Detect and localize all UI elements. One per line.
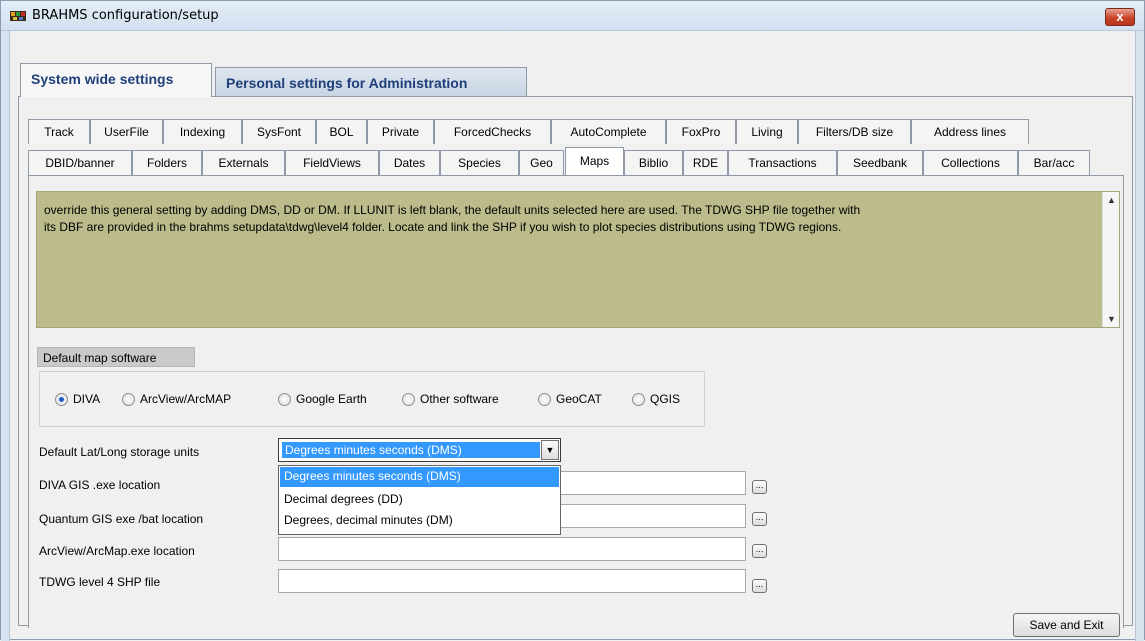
- arcview-location-input[interactable]: [278, 537, 746, 561]
- arcview-location-label: ArcView/ArcMap.exe location: [39, 544, 195, 558]
- chevron-down-icon: ▼: [545, 445, 555, 455]
- subtab-bar-acc[interactable]: Bar/acc: [1018, 150, 1090, 175]
- radio-unchecked-icon: [122, 392, 135, 406]
- info-text-box[interactable]: override this general setting by adding …: [36, 191, 1120, 328]
- subtab-dbid-banner[interactable]: DBID/banner: [28, 150, 132, 175]
- radio-label: GeoCAT: [556, 392, 602, 406]
- title-bar: BRAHMS configuration/setup x: [1, 1, 1144, 31]
- diva-browse-button[interactable]: ...: [752, 480, 767, 494]
- subtab-transactions[interactable]: Transactions: [728, 150, 837, 175]
- info-line-1: override this general setting by adding …: [44, 203, 861, 217]
- storage-units-label: Default Lat/Long storage units: [39, 445, 200, 459]
- radio-diva[interactable]: DIVA: [55, 392, 100, 406]
- window-frame-left: [1, 31, 10, 641]
- close-icon: x: [1116, 9, 1124, 24]
- subtab-folders[interactable]: Folders: [132, 150, 202, 175]
- radio-unchecked-icon: [402, 392, 415, 406]
- tab-system-wide-settings[interactable]: System wide settings: [20, 63, 212, 97]
- radio-qgis[interactable]: QGIS: [632, 392, 680, 406]
- subtab-rde[interactable]: RDE: [683, 150, 728, 175]
- scroll-up-icon[interactable]: ▲: [1107, 195, 1116, 205]
- subtab-forcedchecks[interactable]: ForcedChecks: [434, 119, 551, 144]
- subtab-biblio[interactable]: Biblio: [624, 150, 683, 175]
- subtab-sysfont[interactable]: SysFont: [242, 119, 316, 144]
- close-button[interactable]: x: [1105, 8, 1135, 26]
- subtab-collections[interactable]: Collections: [923, 150, 1018, 175]
- tab-label: System wide settings: [31, 71, 174, 87]
- subtab-externals[interactable]: Externals: [202, 150, 285, 175]
- radio-google-earth[interactable]: Google Earth: [278, 392, 367, 406]
- dropdown-option-dm[interactable]: Degrees, decimal minutes (DM): [280, 511, 559, 531]
- radio-label: QGIS: [650, 392, 681, 406]
- arcview-browse-button[interactable]: ...: [752, 544, 767, 558]
- window-title: BRAHMS configuration/setup: [32, 8, 219, 23]
- dropdown-arrow-button[interactable]: ▼: [541, 440, 559, 460]
- tdwg-file-label: TDWG level 4 SHP file: [39, 575, 161, 589]
- radio-geocat[interactable]: GeoCAT: [538, 392, 602, 406]
- map-software-radio-group: DIVA ArcView/ArcMAP Google Earth Other s…: [39, 371, 705, 427]
- radio-unchecked-icon: [538, 392, 551, 406]
- ellipsis-icon: ...: [755, 512, 764, 522]
- storage-units-select[interactable]: Degrees minutes seconds (DMS) ▼: [278, 438, 561, 462]
- subtab-track[interactable]: Track: [28, 119, 90, 144]
- subtab-indexing[interactable]: Indexing: [163, 119, 242, 144]
- subtab-seedbank[interactable]: Seedbank: [837, 150, 923, 175]
- tab-personal-settings[interactable]: Personal settings for Administration: [215, 67, 527, 96]
- ellipsis-icon: ...: [755, 579, 764, 589]
- scroll-down-icon[interactable]: ▼: [1107, 314, 1116, 324]
- storage-units-dropdown-list: Degrees minutes seconds (DMS) Decimal de…: [278, 465, 561, 535]
- tdwg-file-input[interactable]: [278, 569, 746, 593]
- window-frame-right: [1135, 31, 1144, 641]
- info-line-2: its DBF are provided in the brahms setup…: [44, 220, 842, 234]
- subtab-autocomplete[interactable]: AutoComplete: [551, 119, 666, 144]
- ellipsis-icon: ...: [755, 480, 764, 490]
- info-scrollbar[interactable]: ▲ ▼: [1102, 192, 1119, 327]
- ellipsis-icon: ...: [755, 544, 764, 554]
- subtab-species[interactable]: Species: [440, 150, 519, 175]
- radio-label: Other software: [420, 392, 499, 406]
- save-and-exit-button[interactable]: Save and Exit: [1013, 613, 1120, 637]
- subtab-filters-db-size[interactable]: Filters/DB size: [798, 119, 911, 144]
- radio-label: ArcView/ArcMAP: [140, 392, 232, 406]
- subtab-address-lines[interactable]: Address lines: [911, 119, 1029, 144]
- tdwg-browse-button[interactable]: ...: [752, 579, 767, 593]
- radio-unchecked-icon: [632, 392, 645, 406]
- diva-location-label: DIVA GIS .exe location: [39, 478, 161, 492]
- map-software-label: Default map software: [37, 347, 195, 367]
- radio-other-software[interactable]: Other software: [402, 392, 499, 406]
- subtab-living[interactable]: Living: [736, 119, 798, 144]
- brahms-app-icon: [10, 11, 26, 21]
- subtab-geo[interactable]: Geo: [519, 150, 564, 175]
- radio-label: Google Earth: [296, 392, 367, 406]
- storage-units-value: Degrees minutes seconds (DMS): [282, 442, 540, 458]
- subtab-fieldviews[interactable]: FieldViews: [285, 150, 379, 175]
- tab-label: Personal settings for Administration: [226, 75, 468, 91]
- dropdown-option-dms[interactable]: Degrees minutes seconds (DMS): [280, 467, 559, 487]
- radio-unchecked-icon: [278, 392, 291, 406]
- radio-label: DIVA: [73, 392, 101, 406]
- qgis-location-label: Quantum GIS exe /bat location: [39, 512, 204, 526]
- subtab-foxpro[interactable]: FoxPro: [666, 119, 736, 144]
- radio-arcview[interactable]: ArcView/ArcMAP: [122, 392, 231, 406]
- subtab-dates[interactable]: Dates: [379, 150, 440, 175]
- info-text: override this general setting by adding …: [44, 202, 1094, 236]
- subtab-private[interactable]: Private: [367, 119, 434, 144]
- radio-checked-icon: [55, 392, 68, 406]
- dropdown-option-dd[interactable]: Decimal degrees (DD): [280, 490, 559, 510]
- subtab-userfile[interactable]: UserFile: [90, 119, 163, 144]
- subtab-maps[interactable]: Maps: [565, 147, 624, 175]
- config-window: BRAHMS configuration/setup x System wide…: [0, 0, 1145, 641]
- subtab-bol[interactable]: BOL: [316, 119, 367, 144]
- qgis-browse-button[interactable]: ...: [752, 512, 767, 526]
